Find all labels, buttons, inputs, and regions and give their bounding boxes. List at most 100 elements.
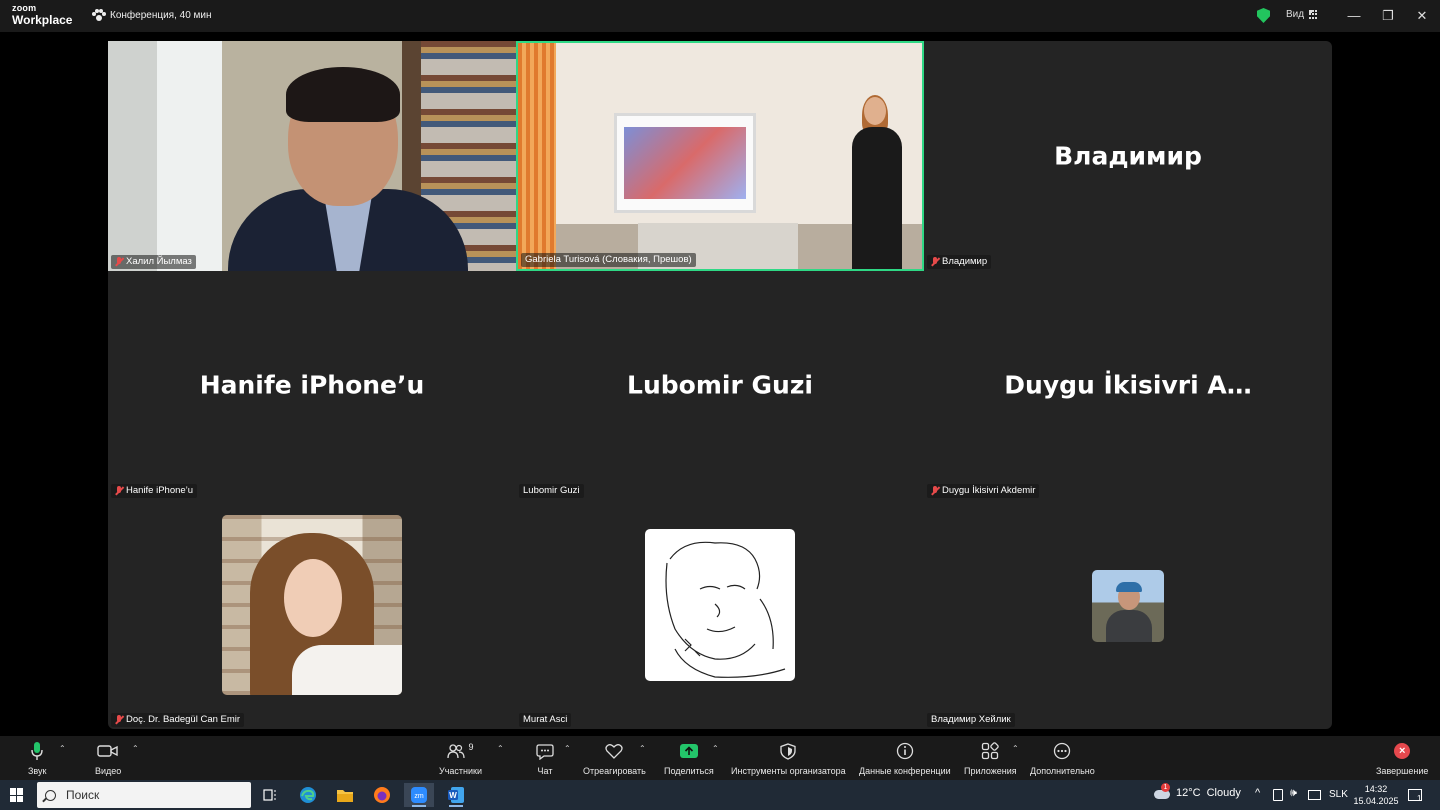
svg-text:W: W xyxy=(449,791,457,800)
video-tile-duygu[interactable]: Duygu İkisivri A… Duygu İkisivri Akdemir xyxy=(924,270,1332,500)
apps-button[interactable]: Приложения xyxy=(964,740,1017,776)
taskbar-search[interactable]: Поиск xyxy=(37,782,251,808)
speaker-icon[interactable]: 🕪 xyxy=(1290,787,1297,800)
cloud-icon: 1 xyxy=(1152,783,1170,799)
restore-button[interactable]: ❐ xyxy=(1378,6,1398,26)
participant-name-tag: Халил Йылмаз xyxy=(111,255,196,269)
participant-name: Владимир Хейлик xyxy=(931,714,1011,725)
heart-icon xyxy=(605,740,624,762)
paw-icon xyxy=(92,9,106,21)
meeting-toolbar: Звук ⌃ Видео ⌃ 9 Участники ⌃ Чат ⌃ Отреа… xyxy=(0,736,1440,780)
chat-button[interactable]: Чат xyxy=(536,740,554,776)
video-options-chevron-icon[interactable]: ⌃ xyxy=(132,744,139,753)
video-tile-murat[interactable]: Murat Asci xyxy=(516,499,924,729)
participant-name-tag: Doç. Dr. Badegül Can Emir xyxy=(111,713,245,727)
audio-button[interactable]: Звук xyxy=(28,740,46,776)
participants-button[interactable]: 9 Участники xyxy=(439,740,482,776)
word-icon[interactable]: W xyxy=(441,783,471,807)
meeting-info-button[interactable]: Данные конференции xyxy=(859,740,951,776)
share-screen-button[interactable]: Поделиться xyxy=(664,740,714,776)
weather-widget[interactable]: 1 12°C Cloudy xyxy=(1152,783,1241,799)
close-window-button[interactable]: ✕ xyxy=(1412,6,1432,26)
participant-name: Халил Йылмаз xyxy=(126,256,192,267)
video-tile-vladimir[interactable]: Владимир Владимир xyxy=(924,41,1332,271)
react-options-chevron-icon[interactable]: ⌃ xyxy=(639,744,646,753)
meeting-title[interactable]: Конференция, 40 мин xyxy=(92,9,212,21)
participant-name-tag: Владимир Хейлик xyxy=(927,713,1015,727)
react-button[interactable]: Отреагировать xyxy=(583,740,646,776)
mic-muted-icon xyxy=(931,257,939,267)
taskbar-clock[interactable]: 14:32 15.04.2025 xyxy=(1350,783,1402,807)
react-label: Отреагировать xyxy=(583,766,646,776)
host-tools-button[interactable]: Инструменты организатора xyxy=(731,740,846,776)
search-icon xyxy=(45,789,56,801)
svg-text:zm: zm xyxy=(414,793,424,800)
participant-display-name: Hanife iPhone’u xyxy=(199,370,425,400)
show-hidden-icons-chevron-icon[interactable]: ^ xyxy=(1255,787,1260,799)
audio-label: Звук xyxy=(28,766,47,776)
notifications-icon[interactable]: 1 xyxy=(1408,789,1422,803)
apps-icon xyxy=(981,740,1000,762)
search-placeholder: Поиск xyxy=(66,788,100,802)
video-tile-vladimir-heylik[interactable]: Владимир Хейлик xyxy=(924,499,1332,729)
language-indicator[interactable]: SLK xyxy=(1329,789,1348,800)
participant-name: Murat Asci xyxy=(523,714,568,725)
view-button[interactable]: Вид xyxy=(1286,9,1319,20)
leave-meeting-button[interactable]: × Завершение xyxy=(1376,740,1428,776)
video-label: Видео xyxy=(95,766,122,776)
participants-count: 9 xyxy=(468,742,474,752)
participants-icon xyxy=(447,744,466,759)
video-tile-badegul[interactable]: Doç. Dr. Badegül Can Emir xyxy=(108,499,516,729)
encryption-shield-icon[interactable] xyxy=(1257,8,1270,23)
participant-name-tag: Hanife iPhone’u xyxy=(111,484,198,498)
notification-count: 1 xyxy=(1417,794,1422,803)
task-view-icon[interactable] xyxy=(255,783,285,807)
weather-badge: 1 xyxy=(1161,783,1170,792)
grid-view-icon xyxy=(1309,10,1319,19)
more-label: Дополнительно xyxy=(1030,766,1095,776)
zoom-logo: zoom Workplace xyxy=(12,3,72,27)
meeting-stage: Халил Йылмаз Gabriela Turisová (Словакия… xyxy=(0,32,1440,736)
participant-name-tag: Gabriela Turisová (Словакия, Прешов) xyxy=(521,253,696,267)
windows-start-icon[interactable] xyxy=(10,788,24,802)
minimize-button[interactable]: — xyxy=(1344,6,1364,26)
more-button[interactable]: Дополнительно xyxy=(1030,740,1095,776)
participant-name: Doç. Dr. Badegül Can Emir xyxy=(126,714,241,725)
participant-name: Gabriela Turisová (Словакия, Прешов) xyxy=(525,254,692,265)
share-label: Поделиться xyxy=(664,766,714,776)
clock-time: 14:32 xyxy=(1364,784,1388,794)
gallery-view: Халил Йылмаз Gabriela Turisová (Словакия… xyxy=(108,41,1332,729)
chat-icon xyxy=(536,740,554,762)
mic-muted-icon xyxy=(115,715,123,725)
chat-options-chevron-icon[interactable]: ⌃ xyxy=(564,744,571,753)
profile-picture xyxy=(1092,570,1164,642)
participant-video xyxy=(228,67,468,271)
video-tile-lubomir[interactable]: Lubomir Guzi Lubomir Guzi xyxy=(516,270,924,500)
edge-browser-icon[interactable] xyxy=(293,783,323,807)
zoom-app-icon[interactable]: zm xyxy=(404,783,434,807)
share-screen-icon xyxy=(679,740,699,762)
participants-options-chevron-icon[interactable]: ⌃ xyxy=(497,744,504,753)
info-icon xyxy=(896,740,914,762)
apps-options-chevron-icon[interactable]: ⌃ xyxy=(1012,744,1019,753)
clock-date: 15.04.2025 xyxy=(1353,796,1399,806)
video-tile-gabriela-active-speaker[interactable]: Gabriela Turisová (Словакия, Прешов) xyxy=(516,41,924,271)
video-tile-khalil[interactable]: Халил Йылмаз xyxy=(108,41,516,271)
more-icon xyxy=(1053,740,1071,762)
window-blind xyxy=(518,43,556,269)
mic-muted-icon xyxy=(931,486,939,496)
file-explorer-icon[interactable] xyxy=(330,783,360,807)
participant-name-tag: Murat Asci xyxy=(519,713,572,727)
share-options-chevron-icon[interactable]: ⌃ xyxy=(712,744,719,753)
network-icon[interactable] xyxy=(1308,790,1321,800)
video-button[interactable]: Видео xyxy=(95,740,121,776)
meet-now-icon[interactable] xyxy=(1273,789,1283,801)
firefox-icon[interactable] xyxy=(367,783,397,807)
video-tile-hanife[interactable]: Hanife iPhone’u Hanife iPhone’u xyxy=(108,270,516,500)
chat-label: Чат xyxy=(537,766,553,776)
participant-display-name: Владимир xyxy=(1054,141,1202,171)
mic-muted-icon xyxy=(115,486,123,496)
logo-line-1: zoom xyxy=(12,3,37,13)
audio-options-chevron-icon[interactable]: ⌃ xyxy=(59,744,66,753)
weather-temp: 12°C xyxy=(1176,787,1201,799)
